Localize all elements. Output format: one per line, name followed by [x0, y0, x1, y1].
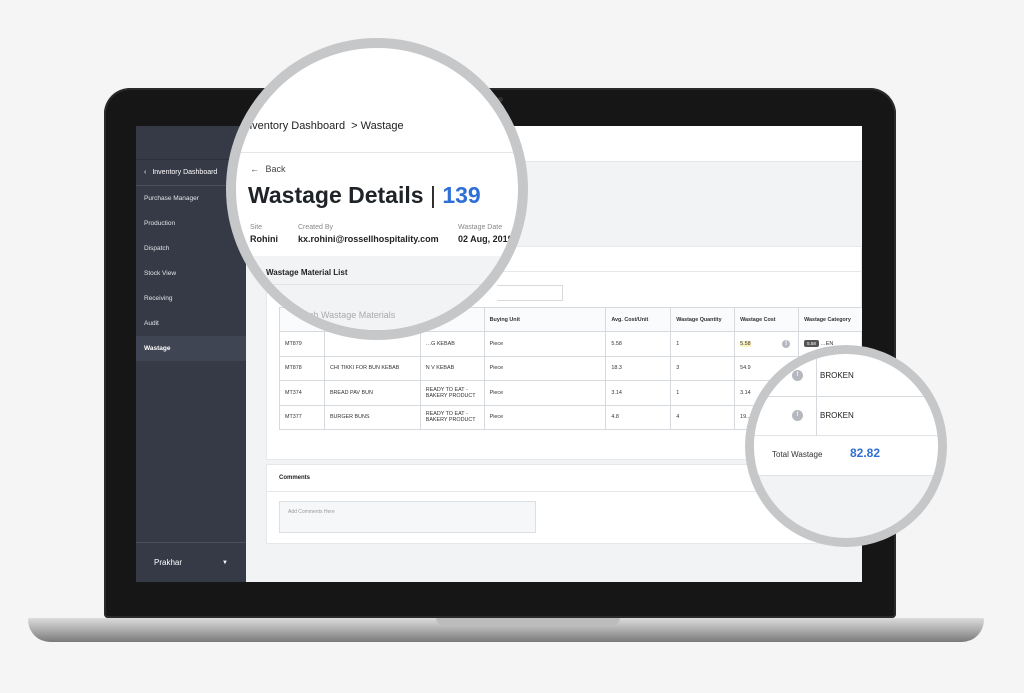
chevron-left-icon: ‹: [144, 169, 147, 176]
cell-unit: Piece: [483, 404, 607, 430]
title-divider: |: [429, 182, 436, 208]
cost-value: 5.58: [740, 340, 751, 347]
cell-avg: 4.8: [605, 404, 672, 430]
sidebar-item-dispatch[interactable]: Dispatch: [136, 236, 246, 261]
materials-title: Wastage Material List: [266, 268, 348, 277]
cell-code: MT374: [279, 380, 325, 406]
user-menu[interactable]: Prakhar ▼: [136, 542, 246, 582]
info-icon[interactable]: !: [782, 339, 791, 348]
cell-qty: 1: [670, 380, 736, 406]
cell-qty: 1: [670, 331, 736, 357]
col-header-wastage-cost: Wastage Cost: [734, 307, 800, 332]
search-input[interactable]: Search Wastage Materials: [290, 310, 395, 320]
cell-qty: 4: [670, 404, 736, 430]
sidebar-item-wastage[interactable]: Wastage: [136, 336, 246, 361]
laptop-notch: [436, 618, 620, 625]
cell-name: BURGER BUNS: [323, 404, 421, 430]
laptop-base: [28, 618, 984, 642]
total-wastage-value: 82.82: [850, 446, 881, 460]
sidebar-item-receiving[interactable]: Receiving: [136, 286, 246, 311]
magnifier-total: ! BROKEN ! BROKEN Total Wastage 82.82: [745, 345, 947, 547]
cell-category: READY TO EAT - BAKERY PRODUCT: [419, 404, 485, 430]
wastage-id: 139: [442, 182, 481, 208]
cell-code: MT878: [279, 355, 325, 381]
col-header-avg-cost: Avg. Cost/Unit: [605, 307, 672, 332]
back-link[interactable]: ← Back: [250, 164, 286, 174]
meta-label: Created By: [298, 224, 334, 231]
total-wastage-label: Total Wastage: [772, 450, 823, 459]
magnifier-header: nventory Dashboard > Wastage ← Back Wast…: [226, 38, 528, 340]
meta-value: kx.rohini@rossellhospitality.com: [298, 234, 439, 244]
meta-label: Site: [250, 224, 263, 231]
sidebar-back-label: Inventory Dashboard: [152, 169, 218, 176]
col-header-wastage-category: Wastage Category: [798, 307, 862, 332]
page-title-row: Wastage Details | 139: [248, 182, 481, 209]
cell-avg: 5.58: [605, 331, 672, 357]
info-icon[interactable]: !: [792, 410, 803, 421]
cost-tooltip-badge: 5.58: [804, 340, 819, 348]
meta-value: 02 Aug, 2019: [458, 234, 513, 244]
info-icon[interactable]: !: [792, 370, 803, 381]
cell-unit: Piece: [483, 355, 607, 381]
cell-qty: 3: [670, 355, 736, 381]
cell-name: CHI TIKKI FOR BUN KEBAB: [323, 355, 421, 381]
sidebar-item-stock-view[interactable]: Stock View: [136, 261, 246, 286]
cell-category: …G KEBAB: [419, 331, 485, 357]
cell-name: BREAD PAV BUN: [323, 380, 421, 406]
cell-code: MT879: [279, 331, 325, 357]
back-label: Back: [265, 164, 286, 174]
comments-title: Comments: [279, 475, 311, 481]
cell-code: MT377: [279, 404, 325, 430]
caret-down-icon: ▼: [222, 559, 228, 566]
sidebar-item-audit[interactable]: Audit: [136, 311, 246, 336]
arrow-left-icon: ←: [250, 164, 259, 174]
page-title: Wastage Details: [248, 182, 424, 208]
cell-cost: 5.58 !: [734, 331, 800, 357]
col-header-wastage-qty: Wastage Quantity: [670, 307, 736, 332]
breadcrumb: nventory Dashboard > Wastage: [246, 120, 404, 132]
wastage-category-broken: BROKEN: [820, 371, 854, 380]
meta-wastage-date: Wastage Date 02 Aug, 2019: [458, 224, 513, 244]
cell-category: READY TO EAT - BAKERY PRODUCT: [419, 380, 485, 406]
meta-site: Site Rohini: [250, 224, 278, 244]
meta-label: Wastage Date: [458, 224, 503, 231]
wastage-category-broken: BROKEN: [820, 411, 854, 420]
user-name: Prakhar: [154, 558, 183, 567]
meta-value: Rohini: [250, 234, 278, 244]
cell-avg: 18.3: [605, 355, 672, 381]
meta-created-by: Created By kx.rohini@rossellhospitality.…: [298, 224, 439, 244]
cell-unit: Piece: [483, 380, 607, 406]
cell-unit: Piece: [483, 331, 607, 357]
comments-input[interactable]: Add Comments Here: [279, 501, 536, 533]
cell-avg: 3.14: [605, 380, 672, 406]
cell-category: N V KEBAB: [419, 355, 485, 381]
